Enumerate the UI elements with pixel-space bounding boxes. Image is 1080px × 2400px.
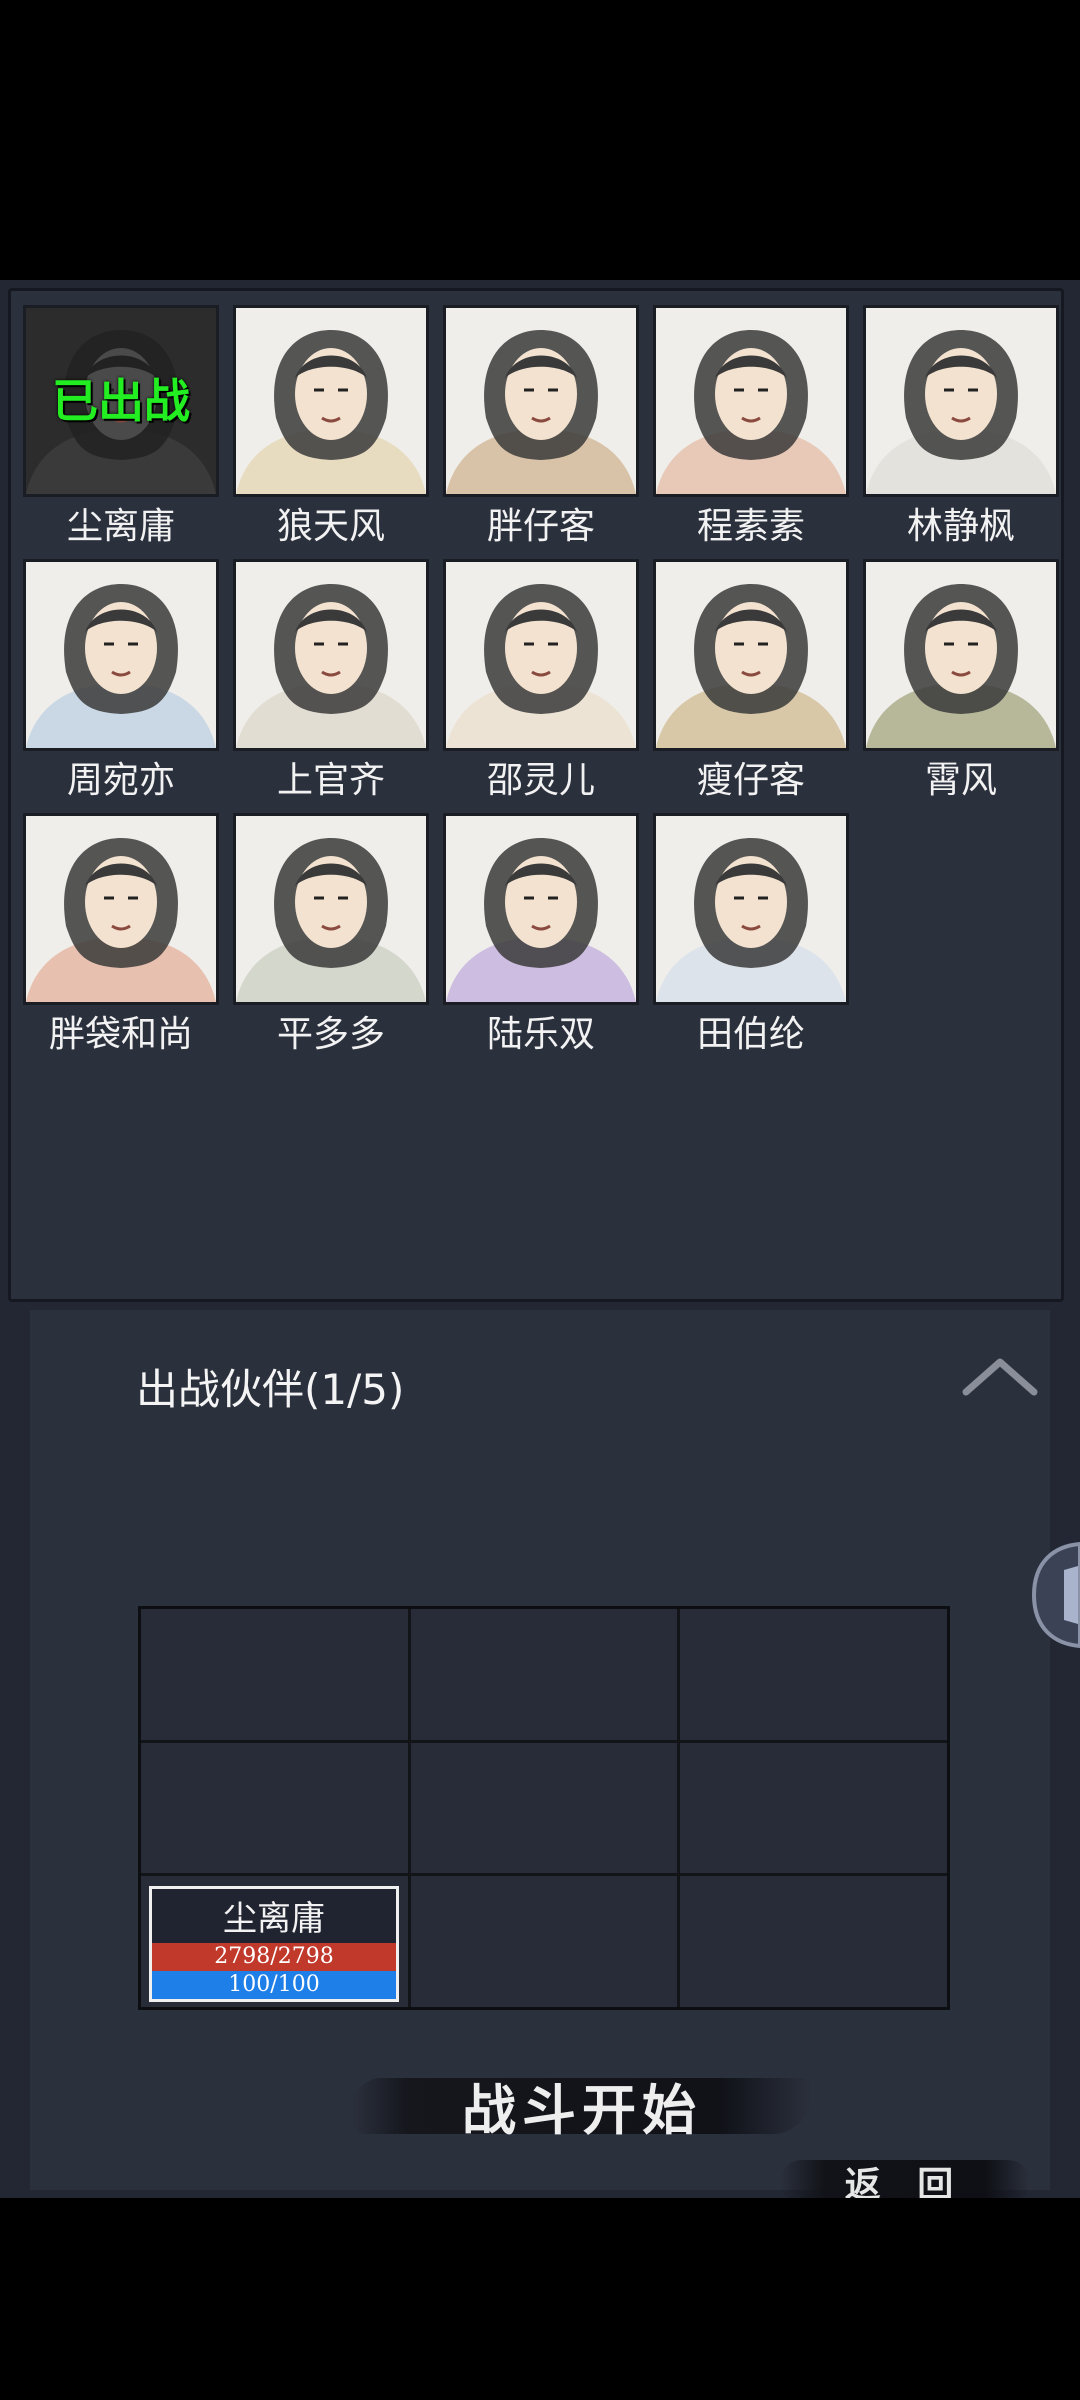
portrait-icon xyxy=(656,816,846,1002)
hero-portrait xyxy=(233,813,429,1005)
hero-portrait xyxy=(23,813,219,1005)
portrait-icon xyxy=(236,816,426,1002)
hero-card[interactable]: 胖袋和尚 xyxy=(23,813,219,1065)
hero-portrait xyxy=(863,305,1059,497)
portrait-icon xyxy=(446,562,636,748)
hero-name: 胖仔客 xyxy=(486,506,595,547)
hero-portrait xyxy=(653,813,849,1005)
hero-card[interactable]: 上官齐 xyxy=(233,559,429,811)
top-letterbox xyxy=(0,0,1080,280)
formation-slot[interactable] xyxy=(680,1876,947,2007)
hero-name: 周宛亦 xyxy=(66,760,175,801)
hero-portrait xyxy=(653,305,849,497)
hero-card[interactable]: 胖仔客 xyxy=(443,305,639,557)
formation-slot[interactable] xyxy=(410,1876,678,2007)
chevron-up-icon xyxy=(962,1358,1038,1396)
hero-name: 程素素 xyxy=(696,506,805,547)
hero-card[interactable]: 田伯纶 xyxy=(653,813,849,1065)
hero-portrait xyxy=(23,559,219,751)
hero-card[interactable]: 周宛亦 xyxy=(23,559,219,811)
hero-card[interactable]: 林静枫 xyxy=(863,305,1059,557)
formation-grid: 尘离庸 2798/2798 100/100 xyxy=(138,1606,950,2010)
formation-slot[interactable] xyxy=(141,1742,408,1874)
hero-name: 陆乐双 xyxy=(486,1014,595,1055)
hero-name: 邵灵儿 xyxy=(486,760,595,801)
hero-card[interactable]: 已出战 尘离庸 xyxy=(23,305,219,557)
hp-bar: 2798/2798 xyxy=(152,1943,396,1972)
hero-portrait xyxy=(233,559,429,751)
hero-portrait xyxy=(653,559,849,751)
portrait-icon xyxy=(656,562,846,748)
portrait-icon xyxy=(866,308,1056,494)
start-battle-label: 战斗开始 xyxy=(462,2078,702,2142)
party-panel: 出战伙伴(1/5) 尘离庸 2798/2798 100/100 战斗开始 返 回 xyxy=(30,1310,1050,2206)
party-select-screen: 已出战 尘离庸 狼天风 胖仔客 程素素 林静枫 周宛亦 上官齐 邵灵儿 瘦仔客 霄风 胖袋和尚 平多多陆… xyxy=(0,280,1080,2206)
hero-card[interactable]: 陆乐双 xyxy=(443,813,639,1065)
hero-portrait xyxy=(443,813,639,1005)
portrait-icon xyxy=(656,308,846,494)
hero-name: 平多多 xyxy=(276,1014,385,1055)
hero-name: 胖袋和尚 xyxy=(48,1014,193,1055)
portrait-icon xyxy=(446,816,636,1002)
hero-name: 林静枫 xyxy=(906,506,1015,547)
party-title: 出战伙伴(1/5) xyxy=(136,1365,405,1414)
hero-name: 瘦仔客 xyxy=(696,760,805,801)
portrait-icon xyxy=(26,816,216,1002)
hero-portrait xyxy=(233,305,429,497)
portrait-icon xyxy=(236,308,426,494)
hero-name: 尘离庸 xyxy=(66,506,175,547)
collapse-button[interactable] xyxy=(960,1352,1040,1402)
unit-card[interactable]: 尘离庸 2798/2798 100/100 xyxy=(149,1886,399,2003)
portrait-icon xyxy=(446,308,636,494)
scroll-tab-icon xyxy=(1031,1541,1080,1649)
hero-portrait xyxy=(863,559,1059,751)
formation-slot[interactable] xyxy=(410,1742,678,1874)
hero-card[interactable]: 邵灵儿 xyxy=(443,559,639,811)
hero-portrait xyxy=(443,305,639,497)
hero-name: 上官齐 xyxy=(276,760,385,801)
hero-card[interactable]: 程素素 xyxy=(653,305,849,557)
portrait-icon xyxy=(236,562,426,748)
hero-card[interactable]: 瘦仔客 xyxy=(653,559,849,811)
hero-name: 田伯纶 xyxy=(696,1014,805,1055)
portrait-icon xyxy=(26,562,216,748)
bottom-letterbox xyxy=(0,2198,1080,2400)
hero-card[interactable]: 狼天风 xyxy=(233,305,429,557)
hero-roster-panel: 已出战 尘离庸 狼天风 胖仔客 程素素 林静枫 周宛亦 上官齐 邵灵儿 瘦仔客 霄风 胖袋和尚 平多多陆… xyxy=(8,288,1064,1302)
start-battle-button[interactable]: 战斗开始 xyxy=(352,2060,812,2150)
formation-slot[interactable] xyxy=(410,1609,678,1740)
formation-slot[interactable] xyxy=(680,1609,947,1740)
formation-slot[interactable] xyxy=(680,1742,947,1874)
side-drawer-tab[interactable] xyxy=(1024,1540,1080,1650)
hero-card[interactable]: 平多多 xyxy=(233,813,429,1065)
formation-slot[interactable] xyxy=(141,1609,408,1740)
hero-name: 狼天风 xyxy=(276,506,385,547)
hero-card[interactable]: 霄风 xyxy=(863,559,1059,811)
unit-name: 尘离庸 xyxy=(223,1899,325,1940)
formation-slot[interactable]: 尘离庸 2798/2798 100/100 xyxy=(141,1876,408,2007)
deployed-badge: 已出战 xyxy=(52,374,190,428)
hero-name: 霄风 xyxy=(924,760,997,801)
hero-portrait xyxy=(443,559,639,751)
portrait-icon xyxy=(866,562,1056,748)
mp-bar: 100/100 xyxy=(152,1971,396,2000)
